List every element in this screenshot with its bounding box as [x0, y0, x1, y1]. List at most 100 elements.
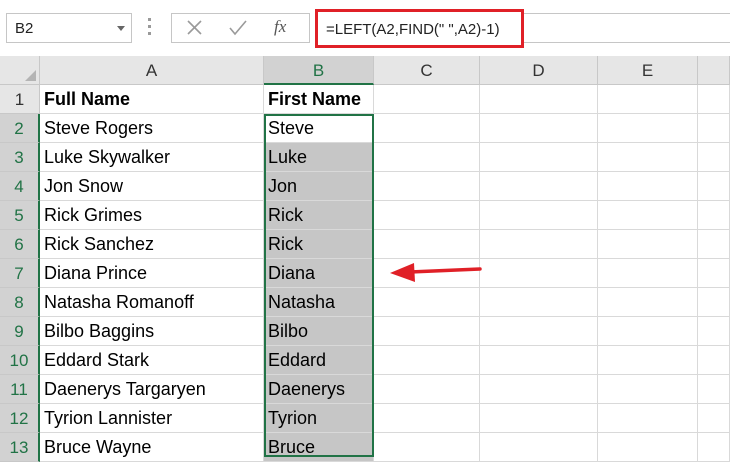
cell-b11[interactable]: Daenerys: [264, 375, 374, 404]
cell-b9[interactable]: Bilbo: [264, 317, 374, 346]
cell-e11[interactable]: [598, 375, 698, 404]
cell-c5[interactable]: [374, 201, 480, 230]
cell-d4[interactable]: [480, 172, 598, 201]
cell-f12[interactable]: [698, 404, 730, 433]
row-header-9[interactable]: 9: [0, 317, 40, 346]
column-header-d[interactable]: D: [480, 56, 598, 85]
cell-a8[interactable]: Natasha Romanoff: [40, 288, 264, 317]
cell-c3[interactable]: [374, 143, 480, 172]
cell-c12[interactable]: [374, 404, 480, 433]
formula-input-extension[interactable]: [524, 13, 730, 43]
cell-d10[interactable]: [480, 346, 598, 375]
cell-b13[interactable]: Bruce: [264, 433, 374, 462]
cell-d11[interactable]: [480, 375, 598, 404]
cell-d5[interactable]: [480, 201, 598, 230]
row-header-13[interactable]: 13: [0, 433, 40, 462]
cell-c2[interactable]: [374, 114, 480, 143]
chevron-down-icon[interactable]: [117, 26, 125, 31]
column-header-e[interactable]: E: [598, 56, 698, 85]
row-header-7[interactable]: 7: [0, 259, 40, 288]
cell-e1[interactable]: [598, 85, 698, 114]
cell-e9[interactable]: [598, 317, 698, 346]
cell-a6[interactable]: Rick Sanchez: [40, 230, 264, 259]
cell-d13[interactable]: [480, 433, 598, 462]
cell-a9[interactable]: Bilbo Baggins: [40, 317, 264, 346]
cell-a2[interactable]: Steve Rogers: [40, 114, 264, 143]
column-header-a[interactable]: A: [40, 56, 264, 85]
cell-c8[interactable]: [374, 288, 480, 317]
name-box[interactable]: B2: [6, 13, 132, 43]
cell-a13[interactable]: Bruce Wayne: [40, 433, 264, 462]
cell-e8[interactable]: [598, 288, 698, 317]
cell-c4[interactable]: [374, 172, 480, 201]
cell-d9[interactable]: [480, 317, 598, 346]
cell-f4[interactable]: [698, 172, 730, 201]
cell-b12[interactable]: Tyrion: [264, 404, 374, 433]
cell-a1[interactable]: Full Name: [40, 85, 264, 114]
cell-d7[interactable]: [480, 259, 598, 288]
cell-b10[interactable]: Eddard: [264, 346, 374, 375]
cell-c10[interactable]: [374, 346, 480, 375]
cell-f10[interactable]: [698, 346, 730, 375]
cell-b5[interactable]: Rick: [264, 201, 374, 230]
row-header-1[interactable]: 1: [0, 85, 40, 114]
cell-c1[interactable]: [374, 85, 480, 114]
row-header-2[interactable]: 2: [0, 114, 40, 143]
cell-f5[interactable]: [698, 201, 730, 230]
cell-b2[interactable]: Steve: [264, 114, 374, 143]
cancel-button[interactable]: [180, 14, 210, 42]
cell-b3[interactable]: Luke: [264, 143, 374, 172]
cell-e3[interactable]: [598, 143, 698, 172]
cell-b1[interactable]: First Name: [264, 85, 374, 114]
cell-f2[interactable]: [698, 114, 730, 143]
column-header-f[interactable]: [698, 56, 730, 85]
more-options-icon[interactable]: [148, 18, 152, 38]
row-header-11[interactable]: 11: [0, 375, 40, 404]
cell-a10[interactable]: Eddard Stark: [40, 346, 264, 375]
cell-c13[interactable]: [374, 433, 480, 462]
cell-f11[interactable]: [698, 375, 730, 404]
cell-a5[interactable]: Rick Grimes: [40, 201, 264, 230]
cell-b4[interactable]: Jon: [264, 172, 374, 201]
select-all-button[interactable]: [0, 56, 40, 85]
cell-f8[interactable]: [698, 288, 730, 317]
cell-e6[interactable]: [598, 230, 698, 259]
cell-d8[interactable]: [480, 288, 598, 317]
cell-e4[interactable]: [598, 172, 698, 201]
cell-a12[interactable]: Tyrion Lannister: [40, 404, 264, 433]
cell-e7[interactable]: [598, 259, 698, 288]
cell-d1[interactable]: [480, 85, 598, 114]
row-header-6[interactable]: 6: [0, 230, 40, 259]
row-header-12[interactable]: 12: [0, 404, 40, 433]
cell-b8[interactable]: Natasha: [264, 288, 374, 317]
cell-d2[interactable]: [480, 114, 598, 143]
row-header-3[interactable]: 3: [0, 143, 40, 172]
row-header-8[interactable]: 8: [0, 288, 40, 317]
cell-b6[interactable]: Rick: [264, 230, 374, 259]
cell-f6[interactable]: [698, 230, 730, 259]
formula-input[interactable]: =LEFT(A2,FIND(" ",A2)-1): [315, 9, 524, 48]
cell-f1[interactable]: [698, 85, 730, 114]
cell-f3[interactable]: [698, 143, 730, 172]
cell-a7[interactable]: Diana Prince: [40, 259, 264, 288]
column-header-c[interactable]: C: [374, 56, 480, 85]
cell-f7[interactable]: [698, 259, 730, 288]
cell-a3[interactable]: Luke Skywalker: [40, 143, 264, 172]
cell-b7[interactable]: Diana: [264, 259, 374, 288]
cell-f13[interactable]: [698, 433, 730, 462]
cell-c9[interactable]: [374, 317, 480, 346]
cell-e10[interactable]: [598, 346, 698, 375]
row-header-5[interactable]: 5: [0, 201, 40, 230]
cell-e12[interactable]: [598, 404, 698, 433]
cell-c11[interactable]: [374, 375, 480, 404]
cell-e5[interactable]: [598, 201, 698, 230]
cell-f9[interactable]: [698, 317, 730, 346]
cell-a4[interactable]: Jon Snow: [40, 172, 264, 201]
cell-d6[interactable]: [480, 230, 598, 259]
row-header-4[interactable]: 4: [0, 172, 40, 201]
cell-e13[interactable]: [598, 433, 698, 462]
column-header-b[interactable]: B: [264, 56, 374, 85]
cell-d12[interactable]: [480, 404, 598, 433]
enter-button[interactable]: [223, 14, 253, 42]
cell-e2[interactable]: [598, 114, 698, 143]
